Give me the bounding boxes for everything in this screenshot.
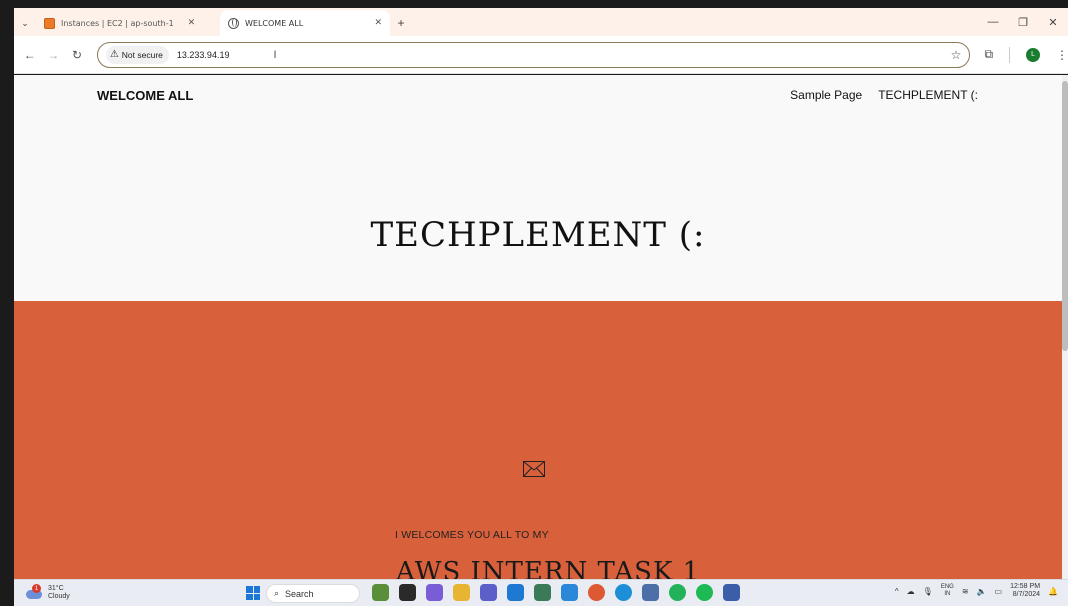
weather-temp: 31°C <box>48 585 64 592</box>
clock-date: 8/7/2024 <box>1012 591 1041 598</box>
cloud-icon: 1 <box>24 584 44 600</box>
windows-start-icon[interactable] <box>246 586 260 600</box>
page-viewport: WELCOME ALL Sample Page TECHPLEMENT (: T… <box>14 75 1062 579</box>
chrome-icon[interactable] <box>588 584 605 601</box>
teams-icon[interactable] <box>480 584 497 601</box>
taskbar-search[interactable]: ⌕ Search <box>266 584 360 603</box>
edge-icon[interactable] <box>615 584 632 601</box>
windows-taskbar: 1 31°C Cloudy ⌕ Search ^ ☁ 🎙 ENG IN ≋ 🔈 … <box>14 579 1068 606</box>
battery-icon[interactable]: ▭ <box>995 587 1003 596</box>
reload-icon[interactable]: ↻ <box>65 48 89 62</box>
back-arrow-icon[interactable]: ← <box>18 48 42 62</box>
whatsapp-icon[interactable] <box>669 584 686 601</box>
intro-section: I WELCOMES YOU ALL TO MY AWS INTERN TASK… <box>14 301 1062 579</box>
chevron-up-icon[interactable]: ^ <box>895 587 899 596</box>
tab-search-chevron-icon[interactable]: ⌄ <box>14 10 36 36</box>
system-tray: ^ ☁ 🎙 ENG IN ≋ 🔈 ▭ 12:58 PM 8/7/2024 🔔 <box>895 583 1058 599</box>
restore-icon[interactable]: ❐ <box>1008 16 1038 29</box>
envelope-icon <box>523 461 545 477</box>
search-icon: ⌕ <box>274 588 280 598</box>
window-close-icon[interactable]: ✕ <box>1038 16 1068 29</box>
tab-welcome-all[interactable]: WELCOME ALL ✕ <box>220 10 390 36</box>
task-view-icon[interactable] <box>399 584 416 601</box>
weather-desc: Cloudy <box>48 593 70 600</box>
remote-desktop-icon[interactable] <box>561 584 578 601</box>
spotify-icon[interactable] <box>696 584 713 601</box>
widgets-app-icon[interactable] <box>372 584 389 601</box>
microphone-icon[interactable]: 🎙 <box>923 587 933 596</box>
notification-bell-icon[interactable]: 🔔 <box>1048 587 1058 596</box>
scrollbar-thumb[interactable] <box>1062 81 1068 351</box>
language-code: ENG <box>940 584 954 590</box>
search-label: Search <box>285 588 314 599</box>
tab-title: Instances | EC2 | ap-south-1 <box>61 18 174 28</box>
address-bar[interactable]: ⚠ Not secure 13.233.94.19 I ☆ <box>96 41 971 68</box>
toolbar-divider <box>1009 46 1011 63</box>
aws-favicon-icon <box>44 17 55 29</box>
window-controls: — ❐ ✕ <box>978 8 1068 36</box>
more-menu-icon[interactable]: ⋮ <box>1056 48 1068 62</box>
close-icon[interactable]: ✕ <box>374 18 382 28</box>
site-nav: Sample Page TECHPLEMENT (: <box>790 88 978 102</box>
globe-favicon-icon <box>228 17 239 29</box>
url-text[interactable]: 13.233.94.19 <box>177 50 230 60</box>
nav-sample-page[interactable]: Sample Page <box>790 88 862 102</box>
region-code: IN <box>944 591 951 597</box>
browser-toolbar: ← → ↻ ⚠ Not secure 13.233.94.19 I ☆ ⧉ L … <box>14 36 1068 74</box>
tab-ec2-instances[interactable]: Instances | EC2 | ap-south-1 ✕ <box>36 10 220 36</box>
copilot-icon[interactable] <box>426 584 443 601</box>
bookmark-star-icon[interactable]: ☆ <box>951 48 962 62</box>
welcome-line: I WELCOMES YOU ALL TO MY <box>395 529 549 541</box>
nav-techplement[interactable]: TECHPLEMENT (: <box>878 88 978 102</box>
site-header: WELCOME ALL Sample Page TECHPLEMENT (: <box>14 75 1062 117</box>
pinned-apps <box>372 584 740 601</box>
close-icon[interactable]: ✕ <box>188 18 196 28</box>
cloud-sync-icon[interactable]: ☁ <box>907 587 915 596</box>
notification-badge: 1 <box>32 584 41 593</box>
forward-arrow-icon[interactable]: → <box>42 48 66 62</box>
profile-avatar[interactable]: L <box>1026 47 1041 62</box>
pycharm-app-icon[interactable] <box>534 584 551 601</box>
page-scrollbar[interactable] <box>1062 75 1068 579</box>
app-pin-icon[interactable] <box>723 584 740 601</box>
hsp-app-icon[interactable] <box>642 584 659 601</box>
mail-app-icon[interactable] <box>507 584 524 601</box>
minimize-icon[interactable]: — <box>978 16 1008 28</box>
weather-widget[interactable]: 1 31°C Cloudy <box>24 584 70 601</box>
security-label: Not secure <box>121 49 163 60</box>
extensions-puzzle-icon[interactable]: ⧉ <box>984 47 993 62</box>
task-title: AWS INTERN TASK 1 <box>396 557 701 579</box>
tab-title: WELCOME ALL <box>245 18 304 28</box>
language-indicator[interactable]: ENG IN <box>941 584 954 598</box>
clock-time: 12:58 PM <box>1010 583 1041 590</box>
new-tab-button[interactable]: + <box>390 10 412 36</box>
wifi-icon[interactable]: ≋ <box>962 587 969 596</box>
clock[interactable]: 12:58 PM 8/7/2024 <box>1010 583 1040 599</box>
text-cursor-icon: I <box>273 48 277 61</box>
volume-icon[interactable]: 🔈 <box>977 587 987 596</box>
security-chip[interactable]: ⚠ Not secure <box>105 45 169 64</box>
tab-strip: ⌄ Instances | EC2 | ap-south-1 ✕ WELCOME… <box>14 8 1068 36</box>
file-explorer-icon[interactable] <box>453 584 470 601</box>
site-title[interactable]: WELCOME ALL <box>97 88 193 103</box>
hero-title: TECHPLEMENT (: <box>370 215 706 255</box>
warning-triangle-icon: ⚠ <box>109 49 119 60</box>
